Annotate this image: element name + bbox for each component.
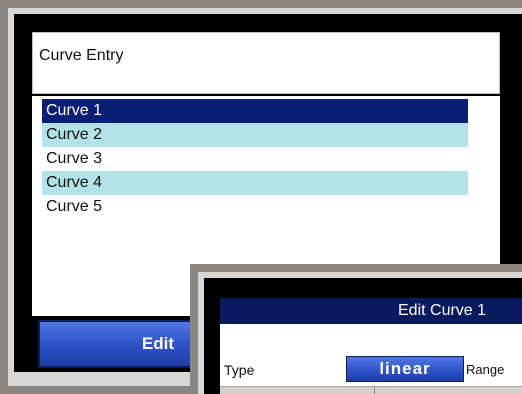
range-label: Range bbox=[466, 362, 505, 377]
dialog-title-bar: Edit Curve 1 bbox=[220, 298, 522, 324]
dialog-body: Type linear Range bbox=[220, 324, 522, 394]
list-item-curve-3[interactable]: Curve 3 bbox=[42, 147, 468, 171]
curve-list[interactable]: Curve 1 Curve 2 Curve 3 Curve 4 Curve 5 bbox=[42, 99, 468, 219]
list-item-curve-4[interactable]: Curve 4 bbox=[42, 171, 468, 195]
type-select-button[interactable]: linear bbox=[346, 356, 464, 382]
title-bar: Curve Entry bbox=[32, 32, 500, 94]
dialog-title: Edit Curve 1 bbox=[398, 302, 487, 319]
list-item-curve-5[interactable]: Curve 5 bbox=[42, 195, 468, 219]
edit-curve-dialog: Edit Curve 1 Type linear Range bbox=[190, 264, 522, 394]
page-title: Curve Entry bbox=[39, 47, 124, 64]
edit-button[interactable]: Edit bbox=[38, 320, 198, 368]
dialog-bottom-strip bbox=[220, 386, 522, 394]
strip-divider bbox=[374, 387, 375, 394]
list-item-curve-1[interactable]: Curve 1 bbox=[42, 99, 468, 123]
list-item-curve-2[interactable]: Curve 2 bbox=[42, 123, 468, 147]
type-label: Type bbox=[224, 362, 255, 378]
